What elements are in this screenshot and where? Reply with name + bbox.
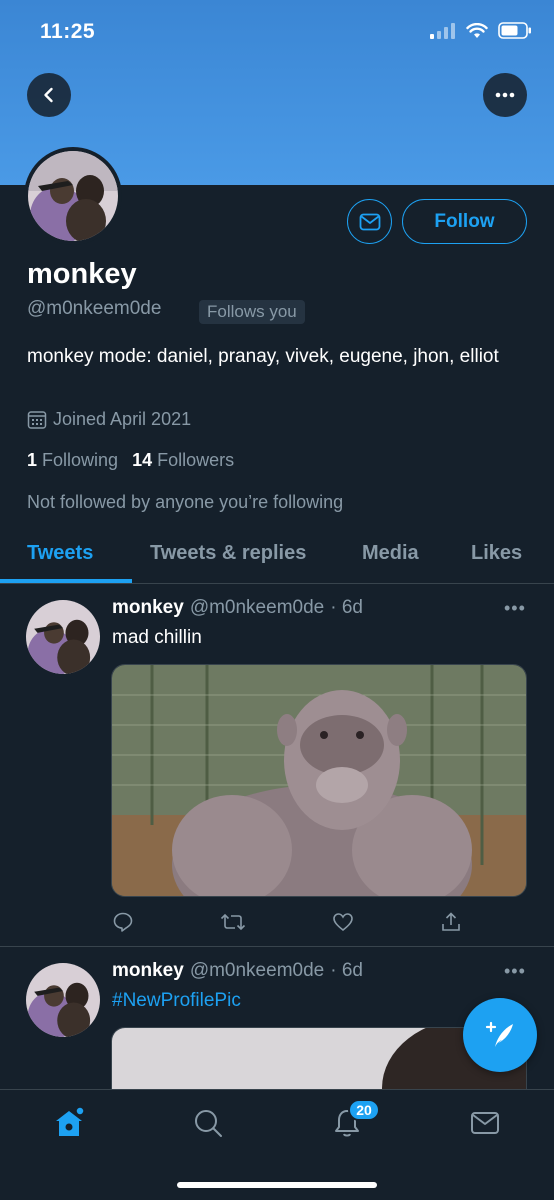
avatar-image <box>26 963 100 1037</box>
followers-link[interactable]: 14 Followers <box>132 450 234 471</box>
tweet-avatar[interactable] <box>26 963 100 1037</box>
tweet-avatar[interactable] <box>26 600 100 674</box>
joined-text: Joined April 2021 <box>53 409 192 429</box>
home-icon <box>56 1106 85 1136</box>
tweet-author-name: monkey <box>112 960 184 981</box>
active-tab-indicator <box>0 579 132 583</box>
avatar-image <box>28 151 118 241</box>
notifications-badge: 20 <box>348 1099 380 1121</box>
tweet-text: mad chillin <box>112 627 202 648</box>
profile-tabs: Tweets Tweets & replies Media Likes <box>0 530 554 584</box>
tweet-actions <box>112 911 462 933</box>
more-icon <box>495 92 515 98</box>
tweet-image[interactable] <box>111 664 527 897</box>
wifi-icon <box>466 22 488 38</box>
chimp-photo <box>112 665 526 896</box>
avatar-image <box>26 600 100 674</box>
share-icon[interactable] <box>440 911 462 933</box>
not-followed-note: Not followed by anyone you’re following <box>27 492 344 512</box>
battery-icon <box>498 22 531 39</box>
more-button[interactable] <box>483 73 527 117</box>
tweet-header: monkey @m0nkeem0de · 6d <box>112 597 363 619</box>
profile-name: monkey <box>27 258 137 290</box>
tweet-more-button[interactable]: ••• <box>504 598 526 619</box>
reply-icon[interactable] <box>112 911 134 933</box>
tweet[interactable]: monkey @m0nkeem0de · 6d ••• mad chillin <box>0 584 554 946</box>
profile-bio: monkey mode: daniel, pranay, vivek, euge… <box>27 346 499 367</box>
nav-messages[interactable] <box>468 1106 502 1140</box>
profile-handle: @m0nkeem0de <box>27 298 162 319</box>
nav-search[interactable] <box>191 1106 225 1140</box>
nav-home[interactable] <box>52 1106 86 1140</box>
tab-media[interactable]: Media <box>362 542 419 565</box>
calendar-icon <box>27 410 47 429</box>
tab-likes[interactable]: Likes <box>471 542 522 565</box>
compose-tweet-icon <box>485 1021 513 1047</box>
mail-icon <box>471 1112 499 1134</box>
back-button[interactable] <box>27 73 71 117</box>
status-time: 11:25 <box>40 20 96 43</box>
tweet-time: · 6d <box>330 597 363 618</box>
tweet-more-button[interactable]: ••• <box>504 961 526 982</box>
search-icon <box>195 1110 222 1137</box>
profile-avatar[interactable] <box>24 147 122 245</box>
mail-icon <box>359 213 380 230</box>
tweet-author-name: monkey <box>112 597 184 618</box>
tweet-author-handle: @m0nkeem0de <box>189 960 325 981</box>
message-button[interactable] <box>347 199 392 244</box>
following-link[interactable]: 1 Following <box>27 450 118 471</box>
compose-tweet-button[interactable] <box>463 998 537 1072</box>
retweet-icon[interactable] <box>220 911 246 933</box>
follows-you-badge: Follows you <box>199 300 305 324</box>
tweet-time: · 6d <box>330 960 363 981</box>
status-bar: 11:25 <box>0 0 554 64</box>
tweet-author-handle: @m0nkeem0de <box>189 597 325 618</box>
joined-date: Joined April 2021 <box>27 409 191 430</box>
tab-tweets[interactable]: Tweets <box>27 542 93 565</box>
tab-tweets-replies[interactable]: Tweets & replies <box>150 542 306 565</box>
back-arrow-icon <box>44 87 53 103</box>
follow-stats: 1 Following 14 Followers <box>27 450 234 471</box>
tweet-hashtag[interactable]: #NewProfilePic <box>112 990 241 1012</box>
status-icons <box>430 22 532 39</box>
heart-icon[interactable] <box>332 911 354 933</box>
follow-button[interactable]: Follow <box>402 199 527 244</box>
tweet-header: monkey @m0nkeem0de · 6d <box>112 960 363 982</box>
signal-icon <box>430 22 455 39</box>
home-indicator[interactable] <box>177 1182 377 1188</box>
